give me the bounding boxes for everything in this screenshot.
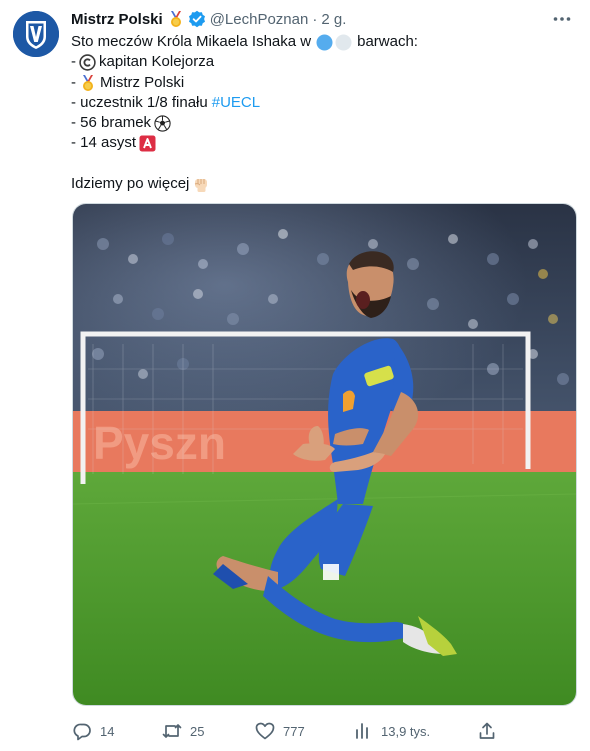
more-options-button[interactable] — [550, 8, 574, 30]
tweet[interactable]: Mistrz Polski @LechPoznan · 2 g. Sto mec… — [0, 0, 590, 751]
more-dots-icon — [553, 17, 571, 21]
club-crest-icon — [13, 11, 59, 57]
share-button[interactable] — [477, 719, 497, 743]
svg-text:Pyszn: Pyszn — [93, 417, 226, 469]
text-line-1: Sto meczów Króla Mikaela Ishaka w barwac… — [71, 32, 571, 52]
like-count: 777 — [283, 723, 305, 739]
text-line-4: - uczestnik 1/8 finału #UECL — [71, 93, 571, 113]
share-icon — [477, 721, 497, 741]
text-line-3: - Mistrz Polski — [71, 73, 571, 93]
celebrating-player-image: Pyszn — [73, 204, 576, 705]
text-line-6-label: - 14 asyst — [71, 134, 137, 152]
text-line-8-label: Idziemy po więcej — [71, 175, 190, 193]
retweet-icon — [162, 721, 182, 741]
views-icon — [353, 721, 373, 741]
reply-count: 14 — [100, 723, 115, 739]
text-line-2-dash: - — [71, 53, 76, 71]
text-line-6: - 14 asyst — [71, 133, 571, 153]
text-line-1-end: barwach: — [357, 33, 418, 50]
text-line-5-label: - 56 bramek — [71, 114, 152, 132]
retweet-count: 25 — [190, 723, 205, 739]
copyright-icon — [79, 54, 96, 71]
text-line-1-start: Sto meczów Króla Mikaela Ishaka w — [71, 33, 312, 50]
like-button[interactable]: 777 — [255, 719, 305, 743]
reply-icon — [72, 721, 92, 741]
text-line-2: - kapitan Kolejorza — [71, 52, 571, 72]
text-line-4-label: - uczestnik 1/8 finału — [71, 93, 208, 111]
views-button[interactable]: 13,9 tys. — [353, 719, 430, 743]
a-button-icon — [139, 135, 156, 152]
retweet-button[interactable]: 25 — [162, 719, 204, 743]
text-line-2-label: kapitan Kolejorza — [99, 53, 215, 71]
heart-icon — [255, 721, 275, 741]
author-name[interactable]: Mistrz Polski — [71, 11, 163, 28]
tweet-actions: 14 25 777 13,9 tys. — [72, 719, 577, 743]
verified-badge-icon[interactable] — [188, 10, 206, 28]
views-count: 13,9 tys. — [381, 723, 431, 739]
white-circle-icon — [335, 34, 352, 51]
text-line-8: Idziemy po więcej — [71, 174, 571, 194]
text-line-3-label: Mistrz Polski — [100, 73, 185, 91]
tweet-timestamp[interactable]: 2 g. — [321, 11, 346, 28]
raised-fist-icon — [192, 175, 210, 193]
reply-button[interactable]: 14 — [72, 719, 114, 743]
separator-dot: · — [312, 10, 318, 28]
blue-circle-icon — [316, 34, 333, 51]
tweet-text: Sto meczów Króla Mikaela Ishaka w barwac… — [71, 32, 571, 194]
gold-medal-icon-inline — [79, 74, 97, 92]
gold-medal-icon — [167, 10, 185, 28]
text-line-3-dash: - — [71, 73, 76, 91]
text-line-5: - 56 bramek — [71, 113, 571, 133]
hashtag-link[interactable]: #UECL — [212, 93, 260, 113]
soccer-ball-icon — [154, 115, 171, 132]
author-handle[interactable]: @LechPoznan — [210, 11, 309, 28]
avatar[interactable] — [13, 11, 59, 57]
tweet-photo[interactable]: Pyszn — [72, 203, 577, 706]
tweet-header: Mistrz Polski @LechPoznan · 2 g. — [71, 9, 346, 29]
